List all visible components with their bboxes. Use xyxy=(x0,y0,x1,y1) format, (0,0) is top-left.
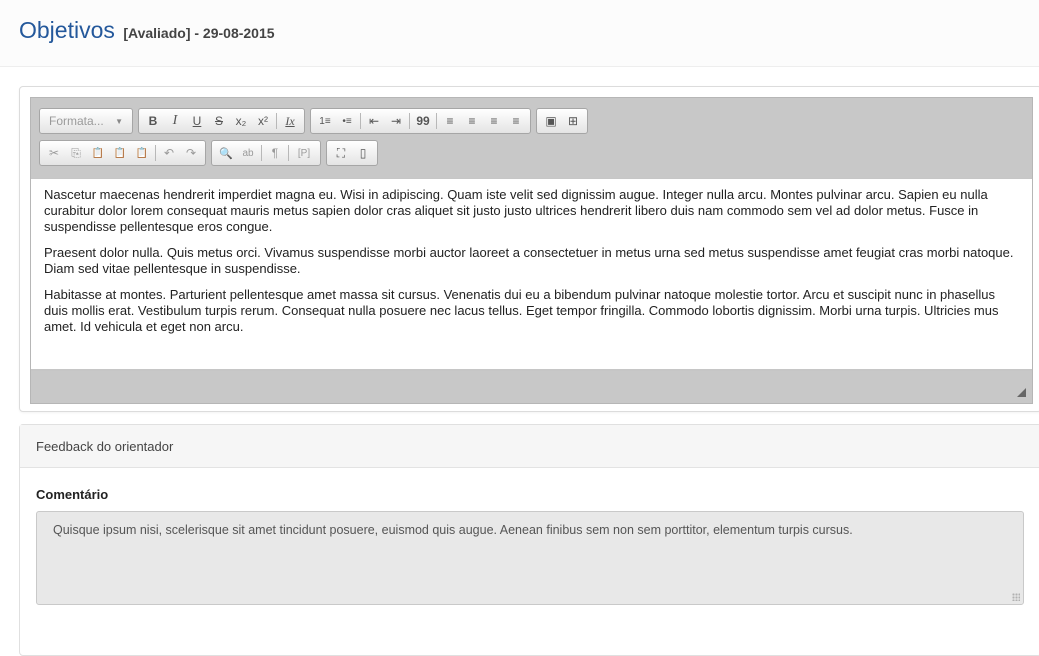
maximize-icon[interactable]: ⛶ xyxy=(330,142,352,164)
tools-group: ⛶ ▯ xyxy=(326,140,378,166)
image-icon[interactable]: ▣ xyxy=(540,110,562,132)
toolbar-separator xyxy=(436,113,437,129)
editor-statusbar xyxy=(31,371,1032,403)
replace-icon[interactable]: ab xyxy=(237,142,259,164)
insert-group: ▣ ⊞ xyxy=(536,108,588,134)
superscript-button[interactable]: x² xyxy=(252,110,274,132)
editing-group: 🔍 ab ¶ [P] xyxy=(211,140,321,166)
underline-button[interactable]: U xyxy=(186,110,208,132)
comment-textarea[interactable]: Quisque ipsum nisi, scelerisque sit amet… xyxy=(36,511,1024,605)
outdent-button[interactable]: ⇤ xyxy=(363,110,385,132)
feedback-panel: Feedback do orientador Comentário Quisqu… xyxy=(19,424,1039,656)
toolbar-separator xyxy=(276,113,277,129)
align-left-button[interactable]: ≡ xyxy=(439,110,461,132)
editor-content[interactable]: Nascetur maecenas hendrerit imperdiet ma… xyxy=(31,179,1032,369)
page-title-main: Objetivos xyxy=(19,17,115,43)
copy-icon[interactable]: ⎘ xyxy=(65,142,87,164)
subscript-button[interactable]: x₂ xyxy=(230,110,252,132)
bulleted-list-button[interactable]: •≡ xyxy=(336,110,358,132)
rich-text-editor: Formata... ▼ B I U S x₂ x² Ix 1≡ •≡ ⇤ ⇥ … xyxy=(30,97,1033,404)
format-group: Formata... ▼ xyxy=(39,108,133,134)
page-title-status: [Avaliado] - 29-08-2015 xyxy=(123,25,275,41)
italic-button[interactable]: I xyxy=(164,110,186,132)
numbered-list-button[interactable]: 1≡ xyxy=(314,110,336,132)
format-dropdown[interactable]: Formata... ▼ xyxy=(43,111,129,131)
format-dropdown-label: Formata... xyxy=(49,114,104,128)
editor-toolbar: Formata... ▼ B I U S x₂ x² Ix 1≡ •≡ ⇤ ⇥ … xyxy=(31,98,1032,178)
toolbar-separator xyxy=(409,113,410,129)
strikethrough-button[interactable]: S xyxy=(208,110,230,132)
editor-paragraph: Nascetur maecenas hendrerit imperdiet ma… xyxy=(44,187,988,234)
chevron-down-icon: ▼ xyxy=(115,116,123,126)
redo-icon[interactable]: ↷ xyxy=(180,142,202,164)
page-header: Objetivos [Avaliado] - 29-08-2015 xyxy=(0,0,1039,67)
textarea-resize-icon[interactable] xyxy=(1012,593,1020,601)
table-icon[interactable]: ⊞ xyxy=(562,110,584,132)
toolbar-separator xyxy=(288,145,289,161)
undo-icon[interactable]: ↶ xyxy=(158,142,180,164)
search-icon[interactable]: 🔍 xyxy=(215,142,237,164)
feedback-panel-heading: Feedback do orientador xyxy=(20,425,1039,468)
bold-button[interactable]: B xyxy=(142,110,164,132)
cut-icon[interactable]: ✂ xyxy=(43,142,65,164)
align-right-button[interactable]: ≡ xyxy=(483,110,505,132)
paste-text-icon[interactable]: 📋 xyxy=(109,142,131,164)
source-icon[interactable]: ▯ xyxy=(352,142,374,164)
clipboard-group: ✂ ⎘ 📋 📋 📋 ↶ ↷ xyxy=(39,140,206,166)
toolbar-row-1: Formata... ▼ B I U S x₂ x² Ix 1≡ •≡ ⇤ ⇥ … xyxy=(39,108,588,134)
feedback-heading-text: Feedback do orientador xyxy=(36,439,174,454)
paste-word-icon[interactable]: 📋 xyxy=(131,142,153,164)
remove-format-button[interactable]: Ix xyxy=(279,110,301,132)
indent-button[interactable]: ⇥ xyxy=(385,110,407,132)
editor-panel: Formata... ▼ B I U S x₂ x² Ix 1≡ •≡ ⇤ ⇥ … xyxy=(19,86,1039,412)
resize-handle-icon[interactable] xyxy=(1017,388,1026,397)
show-blocks-icon[interactable]: ¶ xyxy=(264,142,286,164)
basic-styles-group: B I U S x₂ x² Ix xyxy=(138,108,305,134)
justify-button[interactable]: ≡ xyxy=(505,110,527,132)
paragraph-group: 1≡ •≡ ⇤ ⇥ 99 ≡ ≡ ≡ ≡ xyxy=(310,108,531,134)
page-title: Objetivos [Avaliado] - 29-08-2015 xyxy=(19,17,275,44)
toolbar-separator xyxy=(360,113,361,129)
toolbar-separator xyxy=(155,145,156,161)
editor-paragraph: Praesent dolor nulla. Quis metus orci. V… xyxy=(44,245,1014,276)
toolbar-separator xyxy=(261,145,262,161)
align-center-button[interactable]: ≡ xyxy=(461,110,483,132)
paste-icon[interactable]: 📋 xyxy=(87,142,109,164)
comment-text: Quisque ipsum nisi, scelerisque sit amet… xyxy=(53,523,853,537)
comment-label: Comentário xyxy=(36,487,109,502)
toolbar-row-2: ✂ ⎘ 📋 📋 📋 ↶ ↷ 🔍 ab ¶ [P] ⛶ ▯ xyxy=(39,140,378,166)
paragraph-tag-button[interactable]: [P] xyxy=(291,142,317,164)
blockquote-button[interactable]: 99 xyxy=(412,110,434,132)
editor-paragraph: Habitasse at montes. Parturient pellente… xyxy=(44,287,999,334)
